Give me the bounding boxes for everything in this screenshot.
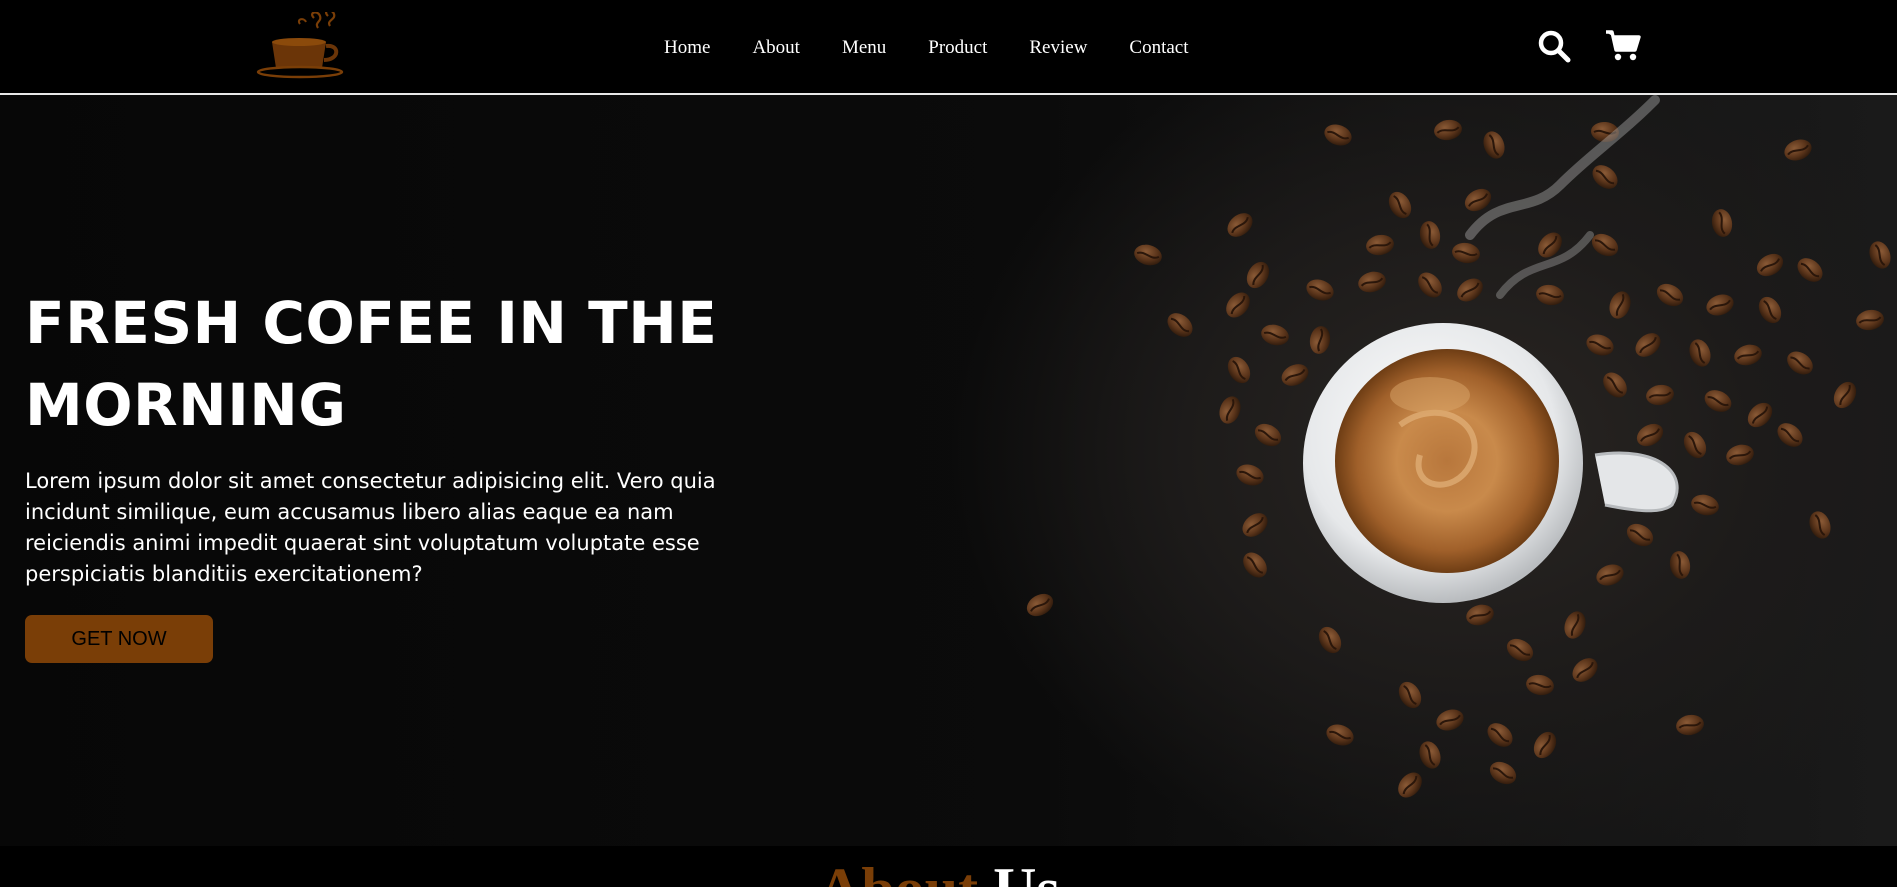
coffee-cup-logo-icon[interactable] (256, 12, 356, 80)
nav-link-contact[interactable]: Contact (1129, 37, 1188, 59)
get-now-button[interactable]: GET NOW (25, 615, 213, 663)
search-icon[interactable] (1537, 29, 1571, 63)
nav-link-review[interactable]: Review (1029, 37, 1087, 59)
nav-link-home[interactable]: Home (664, 37, 710, 59)
steam (1465, 95, 1660, 299)
coffee-cup (1303, 323, 1679, 603)
about-section: About Us (0, 846, 1897, 887)
navbar: Home About Menu Product Review Contact (0, 0, 1897, 95)
hero-section: FRESH COFEE IN THE MORNING Lorem ipsum d… (0, 95, 1897, 846)
about-heading-accent: About (818, 856, 978, 887)
nav-link-product[interactable]: Product (928, 37, 987, 59)
nav-icons (1537, 26, 1641, 66)
hero-title: FRESH COFEE IN THE MORNING (25, 289, 718, 439)
main-nav: Home About Menu Product Review Contact (664, 0, 1231, 95)
nav-link-about[interactable]: About (752, 37, 800, 59)
about-heading-rest: Us (993, 856, 1060, 887)
hero-description: Lorem ipsum dolor sit amet consectetur a… (25, 469, 716, 586)
about-heading: About Us (818, 854, 1060, 887)
cart-icon[interactable] (1605, 29, 1641, 63)
nav-link-menu[interactable]: Menu (842, 37, 886, 59)
